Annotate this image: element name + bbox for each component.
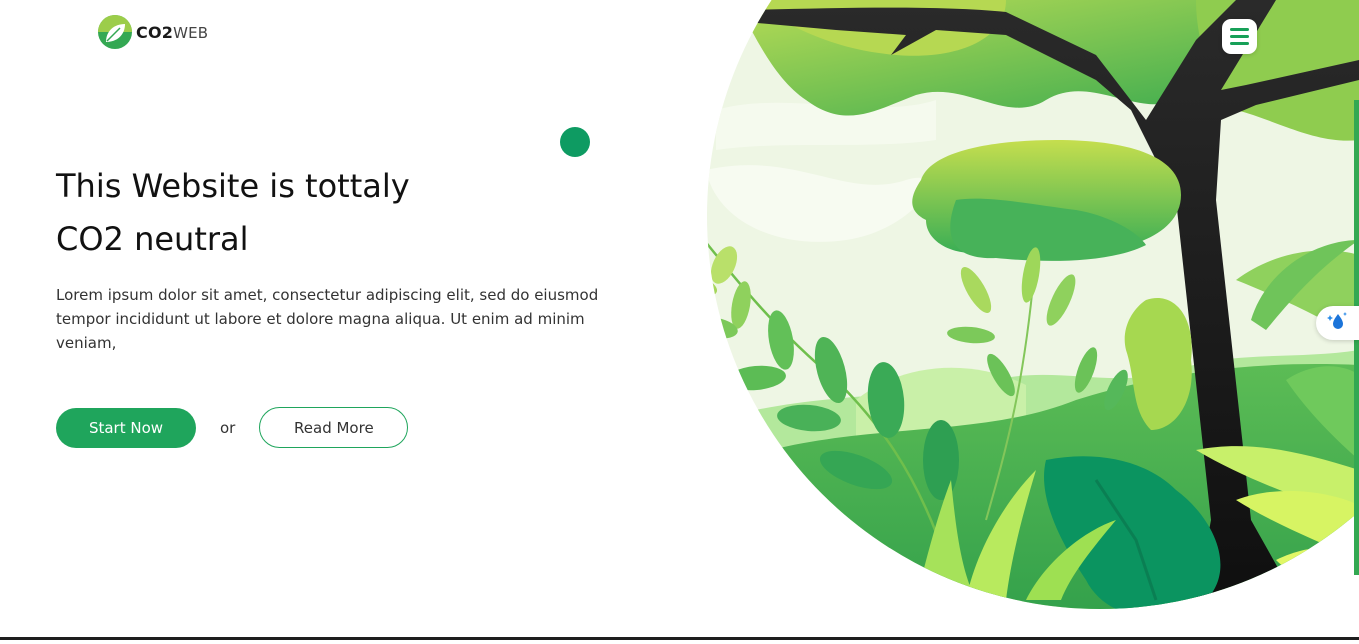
brand-logo[interactable]: CO2 WEB — [98, 15, 208, 49]
hero-title-line2: CO2 neutral — [56, 220, 249, 258]
leaf-logo-icon — [98, 15, 132, 49]
hero-title: This Website is tottaly CO2 neutral — [56, 160, 616, 266]
cta-group: Start Now or Read More — [56, 407, 409, 448]
forest-illustration — [676, 0, 1359, 640]
cta-separator: or — [220, 418, 236, 437]
brand-name-co2: CO2 — [136, 22, 174, 42]
hero-description: Lorem ipsum dolor sit amet, consectetur … — [56, 286, 599, 352]
hero-title-line1: This Website is tottaly — [56, 167, 410, 205]
water-drop-sparkle-icon — [1326, 309, 1350, 337]
start-now-button[interactable]: Start Now — [56, 407, 196, 448]
brand-name-web: WEB — [173, 23, 209, 42]
brand-name: CO2 WEB — [136, 23, 208, 42]
eco-widget-button[interactable] — [1316, 306, 1359, 340]
read-more-button[interactable]: Read More — [259, 407, 409, 448]
decorative-dot — [560, 127, 590, 157]
hamburger-menu-icon[interactable] — [1222, 19, 1257, 54]
